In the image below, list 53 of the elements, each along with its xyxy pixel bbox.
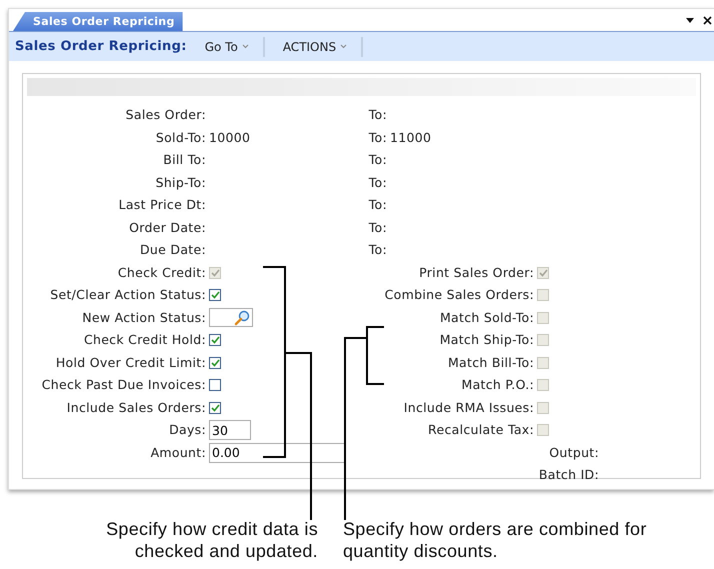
close-icon[interactable]	[703, 16, 712, 24]
field-label: To:	[368, 174, 388, 192]
field-label: To:	[368, 241, 388, 259]
field-label: Print Sales Order:	[418, 264, 535, 282]
field-label: To:	[368, 151, 388, 169]
field-label: Bill To:	[162, 151, 207, 169]
field-label: Sold-To:	[154, 128, 207, 146]
field-label: Include RMA Issues:	[402, 398, 535, 416]
checkbox[interactable]	[209, 356, 221, 369]
field-label: To:	[368, 106, 388, 124]
field-value: 11000	[390, 130, 432, 146]
field-label: Check Credit Hold:	[82, 331, 207, 349]
field-label: To:	[368, 218, 388, 236]
field-label: Batch ID:	[538, 466, 599, 484]
field-label: Output:	[548, 444, 599, 462]
field-label: Hold Over Credit Limit:	[54, 354, 207, 372]
callout-text: Specify how credit data is checked and updated.	[105, 518, 318, 562]
callout-text: Specify how orders are combined for quantity discounts.	[343, 518, 648, 562]
days-input[interactable]: 30	[209, 420, 251, 440]
toolbar-title: Sales Order Repricing:	[15, 39, 187, 54]
lookup-field[interactable]	[209, 308, 253, 328]
field-label: Due Date:	[139, 241, 207, 259]
field-label: Match Ship-To:	[438, 331, 535, 349]
chevron-icon	[340, 44, 348, 49]
chevron-icon	[242, 44, 249, 49]
field-label: New Action Status:	[81, 308, 207, 326]
field-label: Amount:	[150, 444, 207, 462]
field-label: Check Credit:	[116, 264, 207, 282]
field-label: Combine Sales Orders:	[384, 286, 535, 304]
field-label: Set/Clear Action Status:	[49, 286, 207, 304]
field-label: Match Bill-To:	[446, 354, 535, 372]
search-icon[interactable]	[234, 310, 250, 326]
field-label: Match P.O.:	[460, 376, 535, 394]
menu-button[interactable]: ACTIONS	[278, 40, 362, 54]
field-label: Include Sales Orders:	[66, 398, 207, 416]
checkbox[interactable]	[209, 289, 221, 302]
checkbox[interactable]	[209, 379, 221, 392]
field-label: Match Sold-To:	[438, 308, 535, 326]
menu-button[interactable]: Go To	[200, 40, 263, 54]
dropdown-caret-icon[interactable]	[685, 16, 695, 24]
field-label: Recalculate Tax:	[427, 421, 535, 439]
field-value: 10000	[209, 130, 250, 146]
checkbox[interactable]	[209, 334, 221, 346]
field-label: Ship-To:	[154, 174, 207, 192]
field-label: Sales Order:	[124, 106, 207, 124]
field-label: Days:	[168, 421, 207, 439]
checkbox[interactable]	[209, 402, 221, 414]
field-label: Check Past Due Invoices:	[40, 376, 207, 394]
amount-input[interactable]: 0.00	[209, 442, 346, 463]
field-label: Last Price Dt:	[118, 196, 207, 214]
field-label: To:	[368, 128, 388, 146]
field-label: Order Date:	[128, 218, 207, 236]
field-label: To:	[368, 196, 388, 214]
